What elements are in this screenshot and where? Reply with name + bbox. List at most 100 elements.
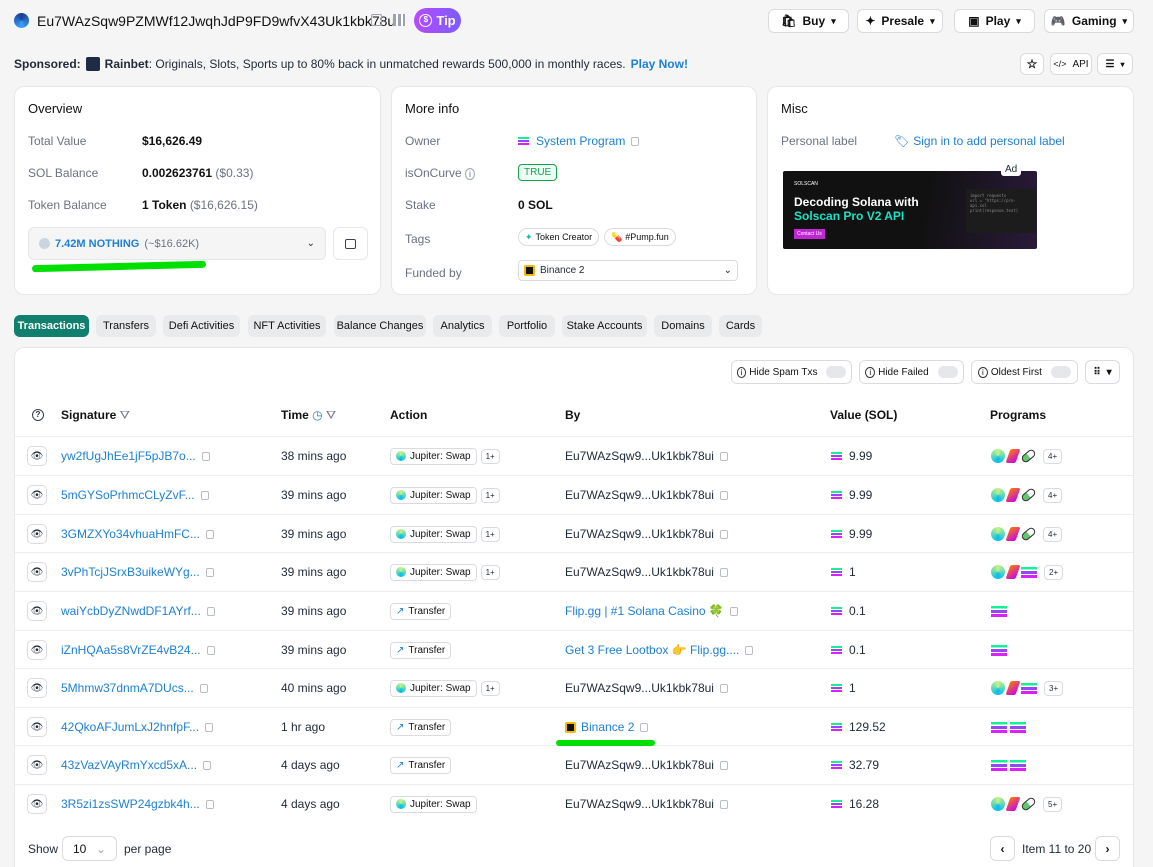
signature-link[interactable]: 3vPhTcjJSrxB3uikeWYg... <box>61 565 200 579</box>
help-icon[interactable]: ? <box>32 409 44 421</box>
view-details-icon[interactable]: 👁 <box>27 524 47 544</box>
next-page-button[interactable]: › <box>1095 836 1120 861</box>
tag-pump-fun[interactable]: 💊 #Pump.fun <box>604 228 676 246</box>
per-page-select[interactable]: 10 ⌄ <box>62 836 117 861</box>
play-menu[interactable]: ▣ Play ▾ <box>954 9 1035 33</box>
signature-link[interactable]: 3R5zi1zsSWP24gzbk4h... <box>61 797 200 811</box>
copy-icon[interactable] <box>719 529 728 539</box>
tab-stake-accounts[interactable]: Stake Accounts <box>562 315 647 337</box>
view-details-icon[interactable]: 👁 <box>27 794 47 814</box>
filter-icon[interactable]: ⛛ <box>326 408 336 422</box>
copy-icon[interactable] <box>371 14 382 26</box>
by-address[interactable]: Binance 2 <box>581 720 634 734</box>
api-button[interactable]: </> API <box>1050 53 1092 75</box>
tab-nft-activities[interactable]: NFT Activities <box>248 315 326 337</box>
view-details-icon[interactable]: 👁 <box>27 678 47 698</box>
signature-link[interactable]: 5mGYSoPrhmcCLyZvF... <box>61 488 195 502</box>
signature-link[interactable]: yw2fUgJhEe1jF5pJB7o... <box>61 449 196 463</box>
copy-icon[interactable] <box>205 799 214 809</box>
prev-page-button[interactable]: ‹ <box>990 836 1015 861</box>
hide-spam-toggle[interactable]: i Hide Spam Txs <box>731 360 852 384</box>
signature-link[interactable]: waiYcbDyZNwdDF1AYrf... <box>61 604 201 618</box>
tag-token-creator[interactable]: ✦ Token Creator <box>518 228 600 246</box>
view-details-icon[interactable]: 👁 <box>27 446 47 466</box>
buy-menu[interactable]: 🛍 Buy ▾ <box>768 9 849 33</box>
play-now-link[interactable]: Play Now! <box>631 57 688 71</box>
funded-by-select[interactable]: Binance 2 ⌄ <box>518 260 738 281</box>
copy-icon[interactable] <box>205 722 214 732</box>
copy-icon[interactable] <box>745 645 754 655</box>
copy-icon[interactable] <box>200 490 209 500</box>
copy-icon[interactable] <box>719 567 728 577</box>
jupiter-icon <box>396 567 406 577</box>
copy-icon[interactable] <box>640 722 649 732</box>
per-page-label: per page <box>124 842 172 856</box>
view-details-icon[interactable]: 👁 <box>27 640 47 660</box>
copy-icon[interactable] <box>729 606 738 616</box>
more-programs-badge[interactable]: 4+ <box>1043 487 1063 503</box>
view-details-icon[interactable]: 👁 <box>27 755 47 775</box>
filter-icon[interactable]: ⛛ <box>120 408 130 422</box>
more-programs-badge[interactable]: 3+ <box>1044 680 1064 696</box>
copy-icon[interactable] <box>206 606 215 616</box>
more-actions-badge[interactable]: 1+ <box>480 680 500 696</box>
more-programs-badge[interactable]: 4+ <box>1043 526 1063 542</box>
columns-menu-button[interactable]: ⠿ ▾ <box>1085 360 1120 384</box>
tip-button[interactable]: $ Tip <box>414 8 461 33</box>
tab-portfolio[interactable]: Portfolio <box>499 315 555 337</box>
favorite-button[interactable]: ☆ <box>1020 53 1044 75</box>
view-details-icon[interactable]: 👁 <box>27 485 47 505</box>
copy-icon[interactable] <box>631 136 640 146</box>
copy-icon[interactable] <box>203 760 212 770</box>
qr-code-icon[interactable] <box>393 14 405 26</box>
play-icon: ▣ <box>968 14 980 28</box>
tab-transactions[interactable]: Transactions <box>14 315 89 337</box>
view-options-button[interactable]: ☰ ▾ <box>1097 53 1133 75</box>
tab-transfers[interactable]: Transfers <box>96 315 156 337</box>
oldest-first-toggle[interactable]: i Oldest First <box>971 360 1078 384</box>
sign-in-label-link[interactable]: 🏷 Sign in to add personal label <box>894 134 1065 148</box>
tab-cards[interactable]: Cards <box>719 315 762 337</box>
tab-domains[interactable]: Domains <box>654 315 712 337</box>
more-actions-badge[interactable]: 1+ <box>480 448 500 464</box>
gaming-menu[interactable]: 🎮 Gaming ▾ <box>1044 9 1134 33</box>
copy-icon[interactable] <box>719 490 728 500</box>
tab-analytics[interactable]: Analytics <box>433 315 492 337</box>
view-details-icon[interactable]: 👁 <box>27 601 47 621</box>
more-programs-badge[interactable]: 4+ <box>1043 448 1063 464</box>
more-actions-badge[interactable]: 1+ <box>480 487 500 503</box>
more-programs-badge[interactable]: 5+ <box>1043 796 1063 812</box>
tab-balance-changes[interactable]: Balance Changes <box>334 315 426 337</box>
presale-menu[interactable]: ✦ Presale ▾ <box>857 9 943 33</box>
signature-link[interactable]: 5Mhmw37dnmA7DUcs... <box>61 681 194 695</box>
copy-icon[interactable] <box>719 451 728 461</box>
by-address[interactable]: Get 3 Free Lootbox 👉 Flip.gg.... <box>565 643 739 657</box>
hide-failed-toggle[interactable]: i Hide Failed <box>859 360 964 384</box>
copy-icon[interactable] <box>205 529 214 539</box>
token-select[interactable]: 7.42M NOTHING (~$16.62K) ⌄ <box>28 227 326 260</box>
signature-link[interactable]: iZnHQAa5s8VrZE4vB24... <box>61 643 201 657</box>
copy-icon[interactable] <box>719 760 728 770</box>
copy-icon[interactable] <box>719 799 728 809</box>
view-details-icon[interactable]: 👁 <box>27 717 47 737</box>
copy-icon[interactable] <box>205 567 214 577</box>
copy-icon[interactable] <box>199 683 208 693</box>
copy-icon[interactable] <box>206 645 215 655</box>
clock-icon[interactable]: ◷ <box>312 408 322 422</box>
raydium-icon <box>1005 681 1021 695</box>
copy-icon[interactable] <box>719 683 728 693</box>
tab-defi-activities[interactable]: Defi Activities <box>163 315 240 337</box>
more-actions-badge[interactable]: 1+ <box>480 564 500 580</box>
signature-link[interactable]: 42QkoAFJumLxJ2hnfpF... <box>61 720 199 734</box>
by-address[interactable]: Flip.gg | #1 Solana Casino 🍀 <box>565 604 724 618</box>
wallet-view-button[interactable] <box>333 227 368 260</box>
more-actions-badge[interactable]: 1+ <box>480 526 500 542</box>
copy-icon[interactable] <box>201 451 210 461</box>
ad-banner[interactable]: SOLSCAN Decoding Solana with Solscan Pro… <box>783 171 1037 249</box>
signature-link[interactable]: 43zVazVAyRmYxcd5xA... <box>61 758 197 772</box>
owner-link[interactable]: System Program <box>518 134 640 148</box>
star-icon: ☆ <box>1026 57 1038 71</box>
view-details-icon[interactable]: 👁 <box>27 562 47 582</box>
more-programs-badge[interactable]: 2+ <box>1044 564 1064 580</box>
signature-link[interactable]: 3GMZXYo34vhuaHmFC... <box>61 527 200 541</box>
